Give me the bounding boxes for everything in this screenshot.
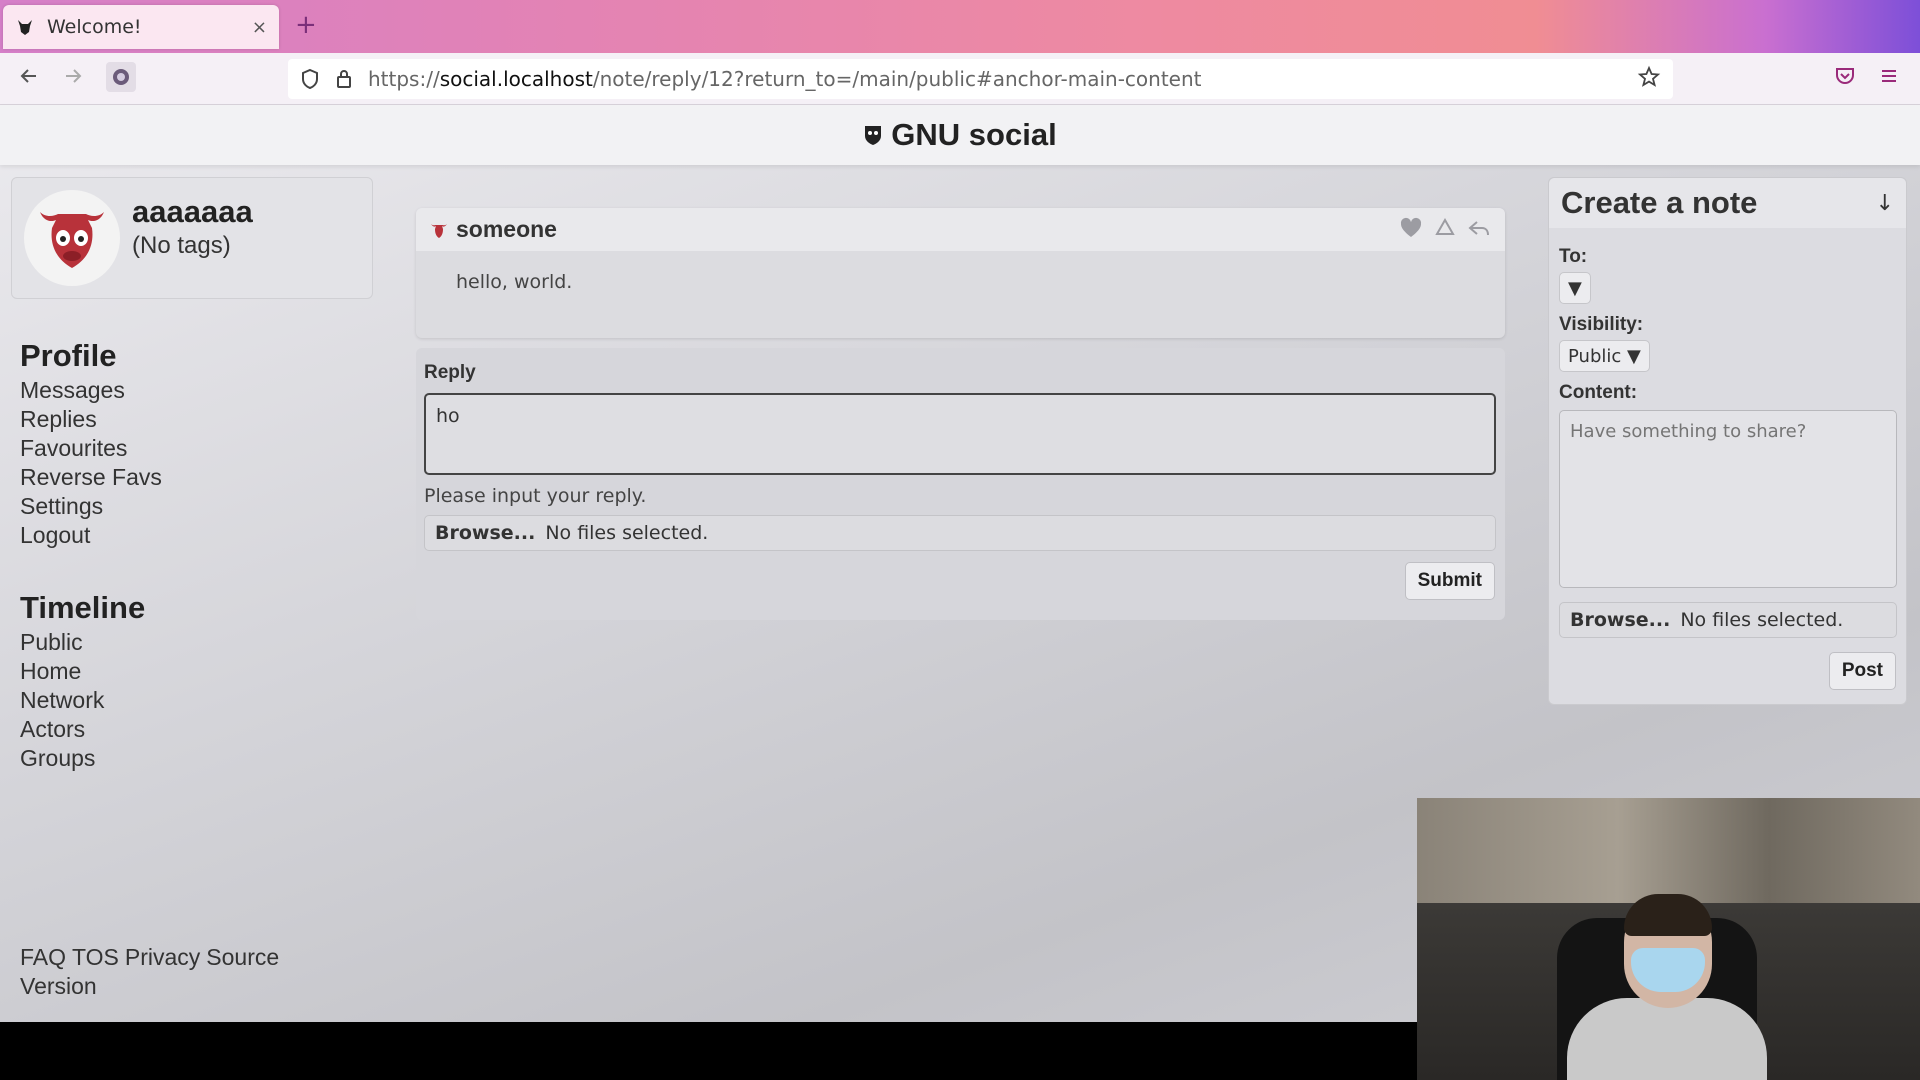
reply-no-files-text: No files selected. (545, 522, 709, 544)
reply-textarea[interactable] (424, 393, 1496, 475)
gnu-social-logo-icon (863, 124, 883, 146)
browser-tab-bar: Welcome! × + (0, 0, 1920, 53)
author-avatar-icon[interactable] (430, 221, 448, 239)
webcam-overlay (1417, 798, 1920, 1080)
post-button[interactable]: Post (1828, 652, 1896, 690)
shield-icon[interactable] (300, 68, 320, 90)
footer-link-faq[interactable]: FAQ (20, 944, 66, 970)
webcam-person-body (1567, 998, 1767, 1080)
profile-tags: (No tags) (132, 232, 231, 259)
pocket-icon[interactable] (1834, 65, 1856, 91)
visibility-label: Visibility: (1559, 314, 1644, 335)
to-select[interactable]: ▼ (1559, 272, 1591, 304)
webcam-painting (1417, 798, 1920, 903)
profile-heading[interactable]: Profile (20, 338, 162, 374)
avatar[interactable] (24, 190, 120, 286)
reply-arrow-icon[interactable] (1467, 217, 1491, 243)
browser-nav-bar: https://social.localhost/note/reply/12?r… (0, 53, 1920, 105)
note-content: hello, world. (456, 271, 573, 293)
left-navigation: Profile Messages Replies Favourites Reve… (20, 338, 162, 813)
content-textarea[interactable] (1559, 410, 1897, 588)
profile-text: aaaaaaa (No tags) (132, 194, 253, 260)
submit-button[interactable]: Submit (1404, 562, 1495, 600)
tab-title: Welcome! (47, 16, 142, 38)
note-header: someone (416, 208, 1505, 251)
nav-link-network[interactable]: Network (20, 686, 162, 715)
collapse-arrow-icon[interactable]: ↓ (1876, 191, 1894, 216)
note-author[interactable]: someone (456, 216, 1399, 243)
footer-link-privacy[interactable]: Privacy (125, 944, 200, 970)
nav-link-settings[interactable]: Settings (20, 492, 162, 521)
footer-link-version[interactable]: Version (20, 972, 285, 1001)
bookmark-star-icon[interactable] (1637, 65, 1661, 93)
timeline-nav-group: Timeline Public Home Network Actors Grou… (20, 590, 162, 773)
nav-link-replies[interactable]: Replies (20, 405, 162, 434)
create-no-files-text: No files selected. (1680, 609, 1844, 631)
url-text: https://social.localhost/note/reply/12?r… (368, 67, 1202, 91)
note-actions (1399, 217, 1491, 243)
profile-nav-group: Profile Messages Replies Favourites Reve… (20, 338, 162, 550)
reply-form: Reply Please input your reply. Browse...… (416, 348, 1505, 620)
new-tab-button[interactable]: + (295, 10, 317, 40)
create-note-body: To: ▼ Visibility: Public ▼ Content: Brow… (1549, 228, 1906, 646)
create-browse-button[interactable]: Browse... (1570, 609, 1670, 631)
nav-link-public[interactable]: Public (20, 628, 162, 657)
footer-link-source[interactable]: Source (206, 944, 279, 970)
nav-link-logout[interactable]: Logout (20, 521, 162, 550)
nav-link-reverse-favs[interactable]: Reverse Favs (20, 463, 162, 492)
site-header: GNU social (0, 105, 1920, 165)
reply-label: Reply (424, 362, 476, 383)
forward-arrow-icon[interactable] (62, 65, 84, 93)
lock-icon[interactable] (334, 68, 354, 90)
site-title-link[interactable]: GNU social (863, 117, 1057, 153)
gnu-avatar-icon (40, 212, 104, 268)
reply-browse-button[interactable]: Browse... (435, 522, 535, 544)
nav-link-actors[interactable]: Actors (20, 715, 162, 744)
reply-hint: Please input your reply. (424, 485, 647, 507)
timeline-heading[interactable]: Timeline (20, 590, 162, 626)
nav-link-messages[interactable]: Messages (20, 376, 162, 405)
gnu-favicon-icon (15, 17, 35, 37)
site-title: GNU social (891, 117, 1057, 152)
tab-close-icon[interactable]: × (252, 17, 267, 38)
browser-tab[interactable]: Welcome! × (3, 5, 279, 49)
content-label: Content: (1559, 382, 1638, 403)
footer-link-tos[interactable]: TOS (72, 944, 119, 970)
url-bar[interactable]: https://social.localhost/note/reply/12?r… (288, 59, 1673, 99)
create-note-title: Create a note (1561, 185, 1758, 220)
visibility-select[interactable]: Public ▼ (1559, 340, 1650, 372)
extension-icon[interactable] (106, 62, 136, 92)
nav-link-groups[interactable]: Groups (20, 744, 162, 773)
webcam-person-hair (1624, 894, 1712, 936)
menu-icon[interactable] (1878, 65, 1900, 91)
favourite-heart-icon[interactable] (1399, 217, 1423, 243)
back-arrow-icon[interactable] (18, 65, 40, 93)
nav-link-home[interactable]: Home (20, 657, 162, 686)
profile-card: aaaaaaa (No tags) (11, 177, 373, 299)
nav-link-favourites[interactable]: Favourites (20, 434, 162, 463)
repeat-icon[interactable] (1433, 217, 1457, 243)
note-card: someone hello, world. (416, 208, 1505, 338)
create-note-header: Create a note ↓ (1549, 178, 1906, 228)
create-note-panel: Create a note ↓ To: ▼ Visibility: Public… (1548, 177, 1907, 705)
to-label: To: (1559, 246, 1588, 267)
create-file-input[interactable]: Browse... No files selected. (1559, 602, 1897, 638)
profile-name[interactable]: aaaaaaa (132, 194, 253, 230)
reply-file-input[interactable]: Browse... No files selected. (424, 515, 1496, 551)
footer-links: FAQ TOS Privacy Source Version (20, 943, 285, 1001)
